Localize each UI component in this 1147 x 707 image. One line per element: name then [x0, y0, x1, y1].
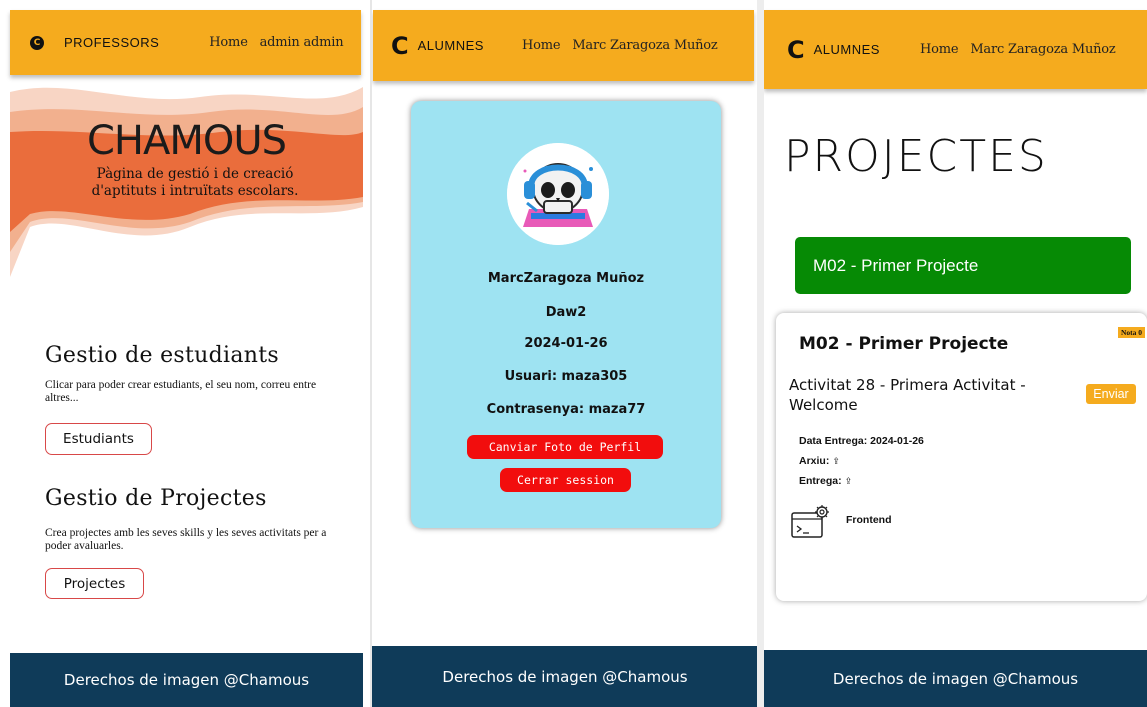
nav-user-link[interactable]: Marc Zaragoza Muñoz — [970, 42, 1115, 57]
file-row: Arxiu: ⇪ — [799, 455, 840, 467]
hero-banner: CHAMOUS Pàgina de gestió i de creació d'… — [10, 82, 363, 282]
profile-name: MarcZaragoza Muñoz — [487, 271, 645, 286]
top-navbar: C ALUMNES Home Marc Zaragoza Muñoz — [764, 10, 1147, 89]
students-section-desc: Clicar para poder crear estudiants, el s… — [45, 379, 317, 404]
panel-divider — [757, 0, 764, 707]
change-photo-button[interactable]: Canviar Foto de Perfil — [467, 435, 663, 459]
nav-home-link[interactable]: Home — [920, 42, 959, 57]
nav-links: Home Marc Zaragoza Muñoz — [522, 38, 726, 53]
projects-section-desc: Crea projectes amb les seves skills y le… — [45, 527, 327, 552]
footer: Derechos de imagen @Chamous — [764, 650, 1147, 707]
submission-row: Entrega: ⇪ — [799, 475, 852, 487]
student-profile-panel: C ALUMNES Home Marc Zaragoza Muñoz MarcZ… — [372, 0, 758, 707]
nav-home-link[interactable]: Home — [522, 38, 561, 53]
nav-links: Home admin admin — [209, 35, 351, 50]
profile-group: Daw2 — [545, 305, 587, 320]
footer: Derechos de imagen @Chamous — [10, 653, 363, 707]
students-section-title: Gestio de estudiants — [45, 343, 279, 368]
chamous-logo-icon[interactable]: C — [391, 34, 409, 58]
chamous-logo-icon[interactable]: C — [787, 38, 805, 62]
logout-button[interactable]: Cerrar session — [500, 468, 631, 492]
brand-label[interactable]: ALUMNES — [814, 42, 880, 57]
activity-title: Activitat 28 - Primera Activitat - Welco… — [789, 376, 1026, 414]
professors-panel: C PROFESSORS Home admin admin CHAMOUS Pà… — [0, 0, 372, 707]
brand-label[interactable]: ALUMNES — [418, 38, 484, 53]
projects-panel: C ALUMNES Home Marc Zaragoza Muñoz PROJE… — [764, 0, 1147, 707]
avatar[interactable] — [507, 143, 609, 245]
terminal-gear-icon — [791, 505, 829, 538]
nav-home-link[interactable]: Home — [209, 35, 248, 50]
delivery-date: Data Entrega: 2024-01-26 — [799, 435, 924, 447]
brand-label[interactable]: PROFESSORS — [64, 35, 159, 50]
profile-username: Usuari: maza305 — [504, 369, 628, 384]
page-title: PROJECTES — [784, 131, 1048, 182]
upload-icon[interactable]: ⇪ — [832, 456, 840, 466]
project-toggle-button[interactable]: M02 - Primer Projecte — [795, 237, 1131, 294]
projects-button[interactable]: Projectes — [45, 568, 144, 599]
top-navbar: C ALUMNES Home Marc Zaragoza Muñoz — [373, 10, 754, 81]
projects-section-title: Gestio de Projectes — [45, 486, 267, 511]
hero-title: CHAMOUS — [86, 118, 287, 164]
upload-icon[interactable]: ⇪ — [845, 476, 853, 486]
nav-user-link[interactable]: admin admin — [260, 35, 344, 50]
profile-card: MarcZaragoza Muñoz Daw2 2024-01-26 Usuar… — [411, 101, 721, 528]
nav-links: Home Marc Zaragoza Muñoz — [920, 42, 1124, 57]
project-card-title: M02 - Primer Projecte — [799, 334, 1009, 354]
submission-label: Entrega: — [799, 475, 842, 487]
project-card: M02 - Primer Projecte Nota 0 Activitat 2… — [776, 313, 1147, 601]
chamous-logo-icon[interactable]: C — [30, 35, 44, 50]
footer: Derechos de imagen @Chamous — [372, 646, 758, 707]
nav-user-link[interactable]: Marc Zaragoza Muñoz — [572, 38, 717, 53]
grade-badge: Nota 0 — [1117, 327, 1145, 338]
skill-label: Frontend — [846, 514, 892, 526]
skull-headphones-icon — [507, 143, 609, 245]
hero-subtitle: Pàgina de gestió i de creació d'aptituts… — [91, 166, 299, 199]
top-navbar: C PROFESSORS Home admin admin — [10, 10, 361, 75]
students-button[interactable]: Estudiants — [45, 423, 152, 455]
profile-password: Contrasenya: maza77 — [486, 402, 646, 417]
profile-date: 2024-01-26 — [524, 336, 608, 351]
file-label: Arxiu: — [799, 455, 830, 467]
submit-button[interactable]: Enviar — [1086, 384, 1136, 404]
